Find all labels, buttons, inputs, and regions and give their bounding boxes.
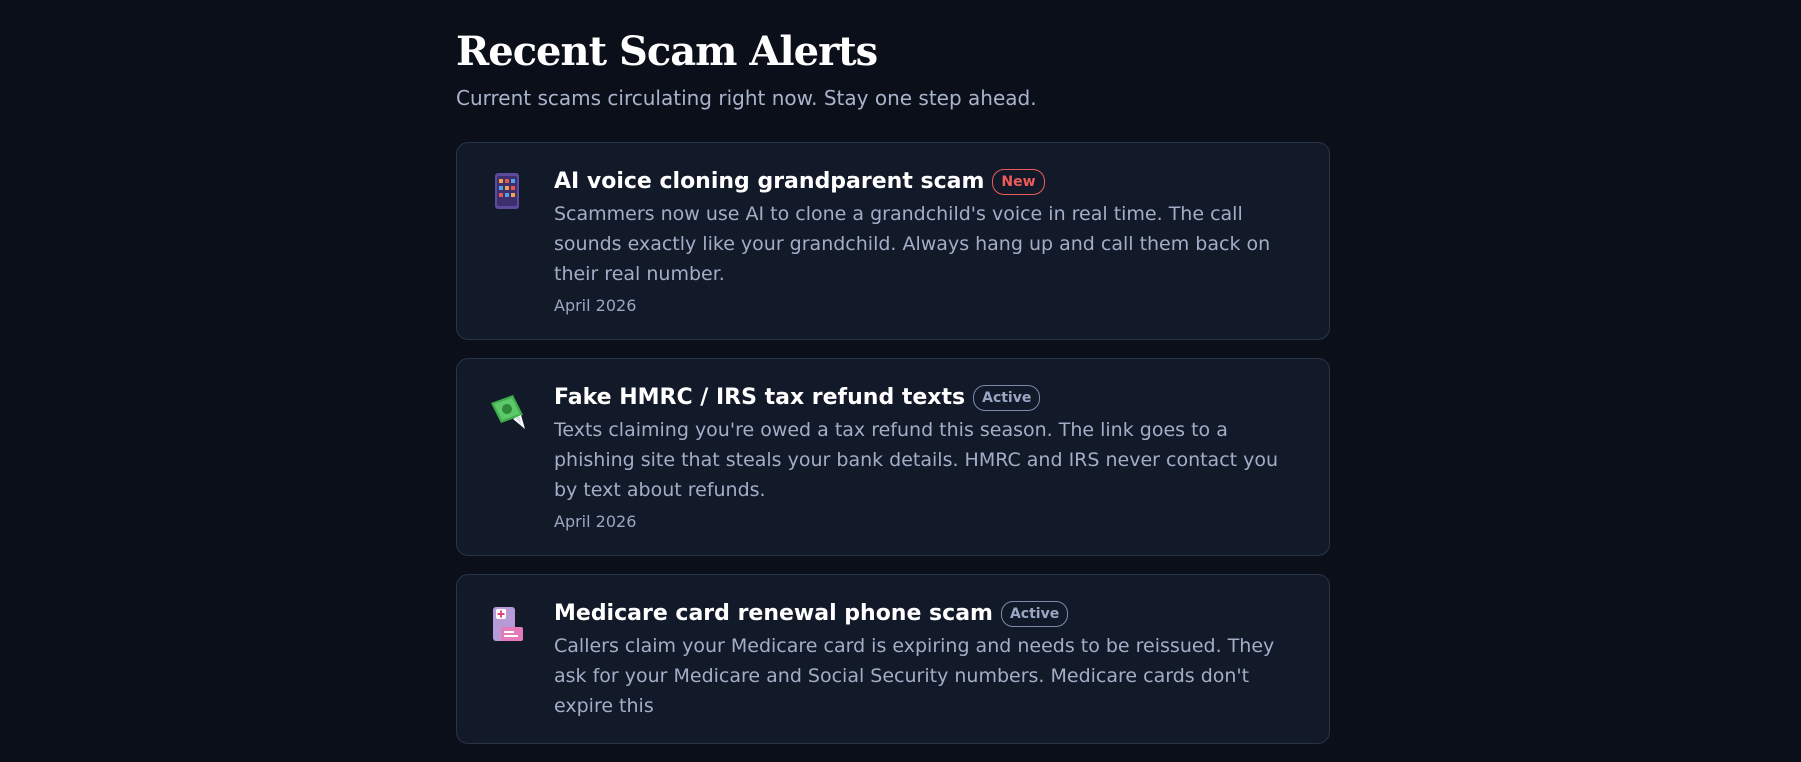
- alert-card[interactable]: AI voice cloning grandparent scam New Sc…: [456, 142, 1330, 340]
- alert-title-row: Medicare card renewal phone scam Active: [554, 599, 1293, 629]
- alert-title-row: Fake HMRC / IRS tax refund texts Active: [554, 383, 1293, 413]
- alert-date: April 2026: [554, 512, 637, 531]
- alert-title: AI voice cloning grandparent scam: [554, 169, 985, 194]
- status-badge: New: [992, 169, 1045, 195]
- medical-card-icon: [487, 605, 527, 645]
- phone-icon: [487, 173, 527, 213]
- alert-description: Texts claiming you're owed a tax refund …: [554, 419, 1279, 501]
- alert-description: Callers claim your Medicare card is expi…: [554, 635, 1275, 717]
- page-subtitle: Current scams circulating right now. Sta…: [456, 86, 1037, 110]
- alert-card[interactable]: Medicare card renewal phone scam Active …: [456, 574, 1330, 744]
- alert-title: Fake HMRC / IRS tax refund texts: [554, 385, 966, 410]
- status-badge: Active: [1000, 601, 1069, 627]
- page-title: Recent Scam Alerts: [456, 28, 878, 75]
- alert-list: AI voice cloning grandparent scam New Sc…: [456, 142, 1332, 744]
- money-with-wings-icon: [487, 389, 527, 429]
- alert-card[interactable]: Fake HMRC / IRS tax refund texts Active …: [456, 358, 1330, 556]
- alert-title-row: AI voice cloning grandparent scam New: [554, 167, 1293, 197]
- main-content: Recent Scam Alerts Current scams circula…: [456, 0, 1332, 762]
- alert-title: Medicare card renewal phone scam: [554, 601, 993, 626]
- alert-date: April 2026: [554, 296, 637, 315]
- status-badge: Active: [973, 385, 1041, 411]
- alert-description: Scammers now use AI to clone a grandchil…: [554, 203, 1271, 285]
